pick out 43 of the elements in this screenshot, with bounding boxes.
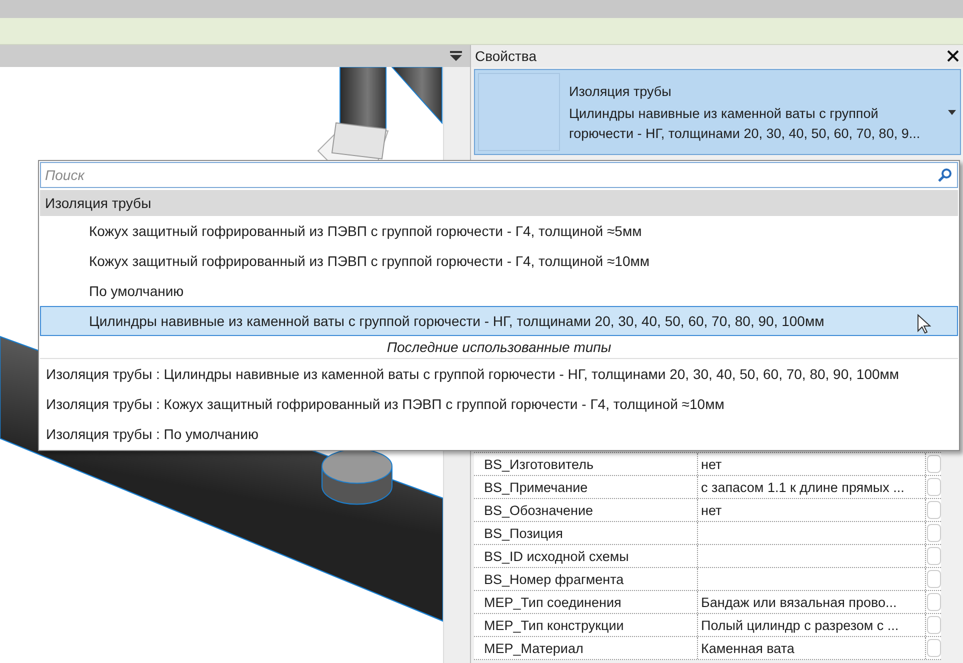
parameter-toggle[interactable] (927, 593, 941, 611)
parameter-value[interactable]: с запасом 1.1 к длине прямых ... (698, 476, 926, 498)
parameter-value[interactable]: Бандаж или вязальная прово... (698, 591, 926, 613)
parameter-name: BS_Изготовитель (474, 453, 698, 475)
type-selector[interactable]: Изоляция трубы Цилиндры навивные из каменной ваты с группой горючести - НГ, толщинами 20, 30, 40, 50, 60, 70, 80, 9... (474, 69, 961, 155)
parameter-toggle[interactable] (927, 570, 941, 588)
parameter-toggle[interactable] (927, 616, 941, 634)
panel-title: Свойства (475, 48, 536, 64)
type-name-label: Цилиндры навивные из каменной ваты с группой горючести - НГ, толщинами 20, 30, 40, 50, 60, 70, 80, 9... (569, 105, 922, 143)
group-header: Изоляция трубы (40, 190, 958, 216)
type-list-item[interactable]: По умолчанию (40, 276, 958, 306)
close-button[interactable] (947, 50, 959, 62)
parameter-name: BS_Номер фрагмента (474, 568, 698, 590)
parameter-value[interactable]: Каменная вата (698, 637, 926, 659)
type-list-item[interactable]: Кожух защитный гофрированный из ПЭВП с группой горючести - Г4, толщиной ≈5мм (40, 216, 958, 246)
parameter-name: MEP_Материал (474, 637, 698, 659)
parameter-name: BS_Примечание (474, 476, 698, 498)
search-field[interactable]: Поиск (40, 162, 958, 188)
parameter-name: BS_Позиция (474, 522, 698, 544)
mouse-cursor-icon (917, 314, 931, 334)
type-list-item[interactable]: Цилиндры навивные из каменной ваты с группой горючести - НГ, толщинами 20, 30, 40, 50, 60, 70, 80, 90, 100мм (40, 306, 958, 336)
parameter-toggle[interactable] (927, 455, 941, 473)
parameter-name: MEP_Тип соединения (474, 591, 698, 613)
parameter-toggle[interactable] (927, 639, 941, 657)
recent-type-item[interactable]: Изоляция трубы : Цилиндры навивные из каменной ваты с группой горючести - НГ, толщинами 20, 30, 40, 50, 60, 70, 80, 90, 100мм (40, 359, 958, 389)
parameter-value[interactable]: нет (698, 453, 926, 475)
parameter-name: MEP_Тип конструкции (474, 614, 698, 636)
section-title: Последние использованные типы (40, 336, 958, 359)
recent-type-item[interactable]: Изоляция трубы : По умолчанию (40, 419, 958, 449)
parameter-toggle[interactable] (927, 478, 941, 496)
dropdown-menu-icon[interactable] (450, 51, 462, 61)
parameter-value[interactable]: Полый цилиндр с разрезом с ... (698, 614, 926, 636)
parameter-name: BS_Обозначение (474, 499, 698, 521)
parameter-toggle[interactable] (927, 524, 941, 542)
type-family-label: Изоляция трубы (569, 83, 672, 101)
caret-icon (948, 110, 956, 115)
parameter-name: BS_ID исходной схемы (474, 545, 698, 567)
recent-type-item[interactable]: Изоляция трубы : Кожух защитный гофрированный из ПЭВП с группой горючести - Г4, толщиной ≈10мм (40, 389, 958, 419)
search-icon (938, 168, 952, 182)
type-list-item[interactable]: Кожух защитный гофрированный из ПЭВП с группой горючести - Г4, толщиной ≈10мм (40, 246, 958, 276)
parameter-value[interactable]: нет (698, 499, 926, 521)
parameter-toggle[interactable] (927, 547, 941, 565)
parameter-toggle[interactable] (927, 501, 941, 519)
